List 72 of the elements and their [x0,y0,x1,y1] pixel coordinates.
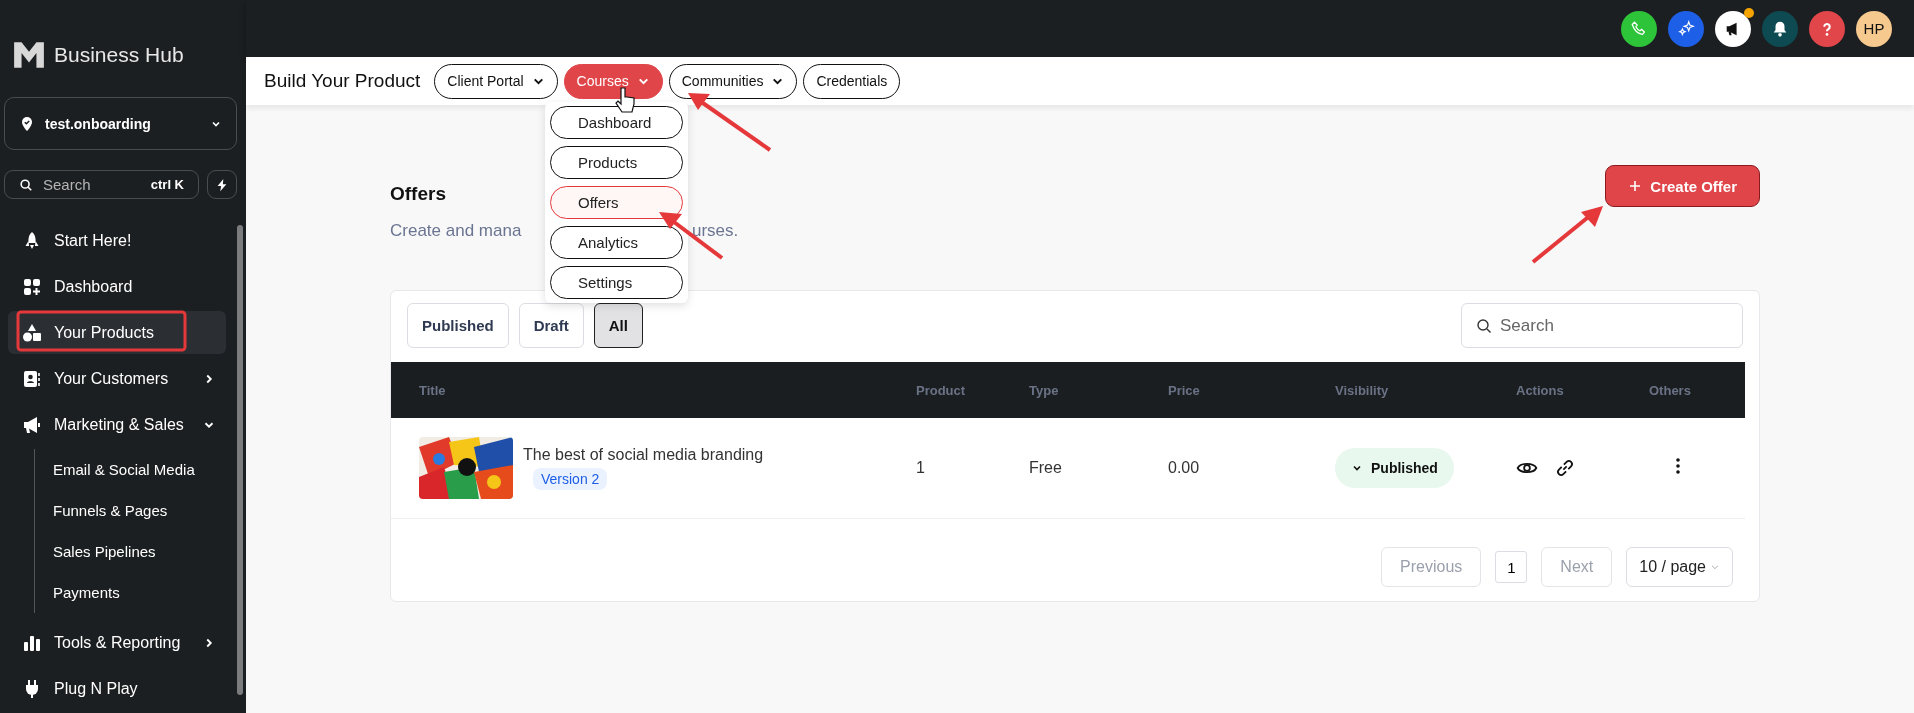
search-icon [1476,317,1492,334]
filter-tab[interactable]: Draft [518,303,584,348]
contact-card-icon [22,368,42,389]
menu-item[interactable]: Settings [550,266,683,299]
menu-item[interactable]: Offers [550,186,683,219]
plus-icon [1628,179,1643,193]
dashboard-icon [22,276,42,297]
page-number[interactable]: 1 [1495,551,1528,583]
column-header: Product [916,382,967,398]
sidebar-item[interactable]: Marketing & Sales [8,403,226,446]
sidebar-item[interactable]: Start Here! [8,219,226,262]
notifications-button[interactable] [1762,10,1798,47]
sparkle-button[interactable] [1668,10,1704,47]
filter-tab[interactable]: All [593,303,643,348]
version-tag: Version 2 [533,468,608,490]
lightning-button[interactable] [207,170,237,199]
nav-tab[interactable]: Communities [668,63,798,99]
sidebar-item[interactable]: Plug N Play [8,667,226,710]
sidebar-subitem[interactable]: Funnels & Pages [53,490,230,531]
link-icon[interactable] [1554,457,1576,479]
filter-tab[interactable]: Published [407,303,509,348]
page-subtitle: urses. [692,221,739,241]
sidebar-search-field[interactable]: Search ctrl K [4,170,199,199]
sidebar-subitem[interactable]: Payments [53,572,230,613]
scrollbar[interactable] [237,225,243,695]
search-icon [19,177,33,192]
offer-title: The best of social media branding [523,446,764,464]
menu-item[interactable]: Analytics [550,226,683,259]
column-header: Others [1649,382,1692,398]
table-cell-text: Free [1029,459,1063,477]
user-avatar[interactable]: HP [1856,10,1892,47]
column-header: Price [1168,382,1201,398]
phone-icon [1630,19,1648,38]
sidebar-item[interactable]: Tools & Reporting [8,621,226,664]
sidebar-item[interactable]: Your Customers [8,357,226,400]
chevron-down-icon [1710,562,1720,572]
create-offer-button[interactable]: Create Offer [1605,165,1760,207]
column-header: Visibility [1335,382,1390,398]
shortcut-hint: ctrl K [150,177,184,192]
menu-item[interactable]: Products [550,146,683,179]
logo-icon [12,40,46,70]
section-title: Build Your Product [264,70,421,92]
annotation-arrow [1531,206,1603,264]
phone-button[interactable] [1621,10,1657,47]
search-field[interactable]: Search [1461,303,1743,348]
sidebar-subitem[interactable]: Email & Social Media [53,449,230,490]
shapes-icon [22,322,42,343]
page-subtitle: Create and mana [390,221,523,241]
workspace-selector[interactable]: test.onboarding [4,97,237,150]
location-pin-icon [19,115,35,132]
page-title: Offers [390,183,446,205]
table-cell-text: 0.00 [1168,459,1201,477]
sidebar-item[interactable]: Dashboard [8,265,226,308]
brand-name: Business Hub [54,43,184,67]
table-cell-text: 1 [916,459,926,477]
nav-tab[interactable]: Credentials [803,63,901,99]
menu-item[interactable]: Dashboard [550,106,683,139]
column-header: Title [418,382,447,398]
megaphone-icon [22,414,42,435]
column-header: Type [1029,382,1060,398]
sparkle-icon [1677,19,1695,38]
lightning-icon [215,177,229,192]
nav-tab[interactable]: Courses [563,63,663,99]
more-icon[interactable] [1675,456,1681,476]
nav-tab[interactable]: Client Portal [434,63,558,99]
visibility-dropdown[interactable]: Published [1335,448,1454,488]
help-button[interactable] [1809,10,1845,47]
sidebar-subitem[interactable]: Sales Pipelines [53,531,230,572]
page-size-select[interactable]: 10 / page [1626,547,1733,587]
announcements-button[interactable] [1715,10,1751,47]
column-header: Actions [1516,382,1565,398]
bell-icon [1771,19,1789,38]
